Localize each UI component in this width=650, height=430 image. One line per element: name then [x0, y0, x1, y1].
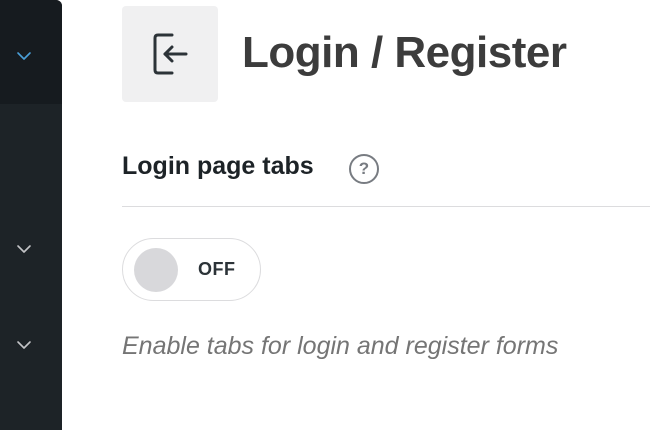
admin-sidebar [0, 0, 62, 430]
chevron-down-icon[interactable] [16, 50, 32, 62]
help-icon[interactable]: ? [349, 154, 379, 184]
toggle-state-label: OFF [198, 259, 236, 279]
toggle-knob [134, 248, 178, 292]
page-title: Login / Register [242, 28, 567, 77]
login-tabs-toggle[interactable]: OFF [122, 238, 261, 301]
chevron-down-icon[interactable] [16, 339, 32, 351]
section-title: Login page tabs [122, 152, 314, 180]
sign-in-icon [122, 6, 218, 102]
chevron-down-icon[interactable] [16, 243, 32, 255]
field-description: Enable tabs for login and register forms [122, 332, 559, 360]
settings-panel: Login / Register Login page tabs ? OFF E… [62, 0, 650, 430]
divider [122, 206, 650, 207]
